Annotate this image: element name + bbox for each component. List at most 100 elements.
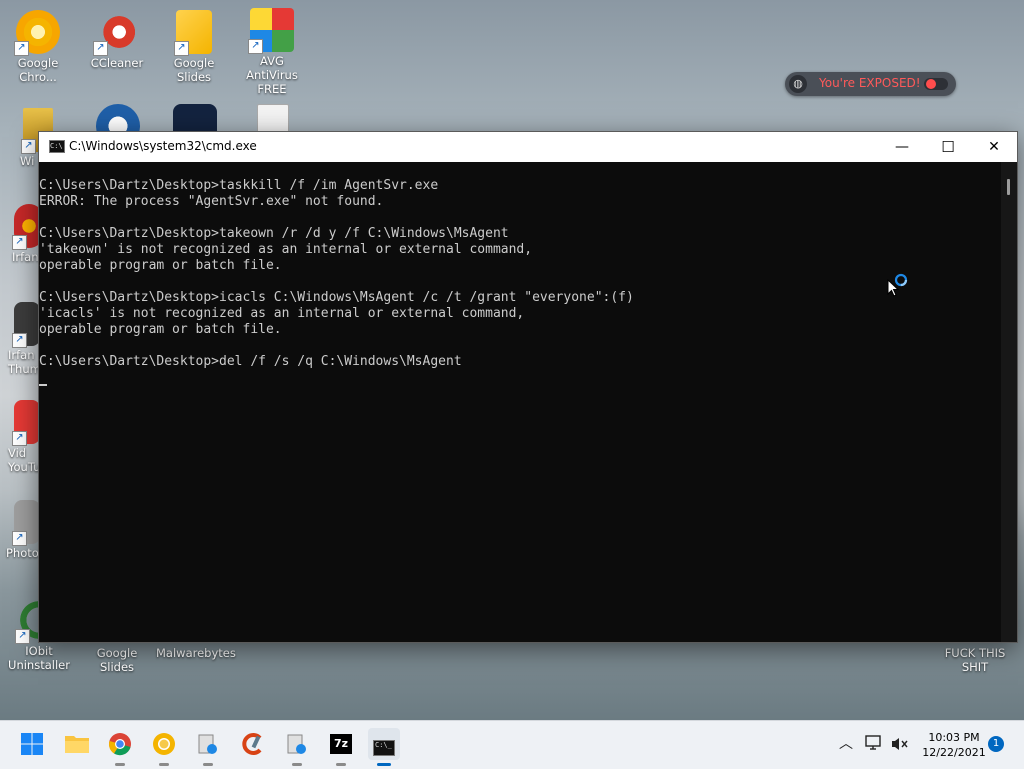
shortcut-arrow-icon: ↗	[21, 139, 36, 154]
desktop-icon-google-slides[interactable]: ↗ Google Slides	[156, 10, 232, 84]
close-button[interactable]: ✕	[971, 132, 1017, 162]
desktop-icon-label: Photo	[6, 546, 39, 560]
shortcut-arrow-icon: ↗	[12, 333, 27, 348]
taskbar-file-explorer[interactable]	[61, 728, 93, 760]
desktop-icon-label: IObit Uninstaller	[8, 644, 70, 672]
photo-app-icon: ↗	[12, 500, 40, 546]
console-line: operable program or batch file.	[39, 322, 282, 337]
window-title: C:\Windows\system32\cmd.exe	[69, 139, 257, 153]
taskbar: 7z C:\_ ︿ 10:03 PM 12/22/2021	[0, 720, 1024, 769]
shortcut-arrow-icon: ↗	[12, 531, 27, 546]
volume-muted-icon[interactable]	[891, 736, 909, 752]
busy-pointer-icon	[887, 273, 908, 297]
running-indicator	[292, 763, 302, 766]
maximize-button[interactable]: ☐	[925, 132, 971, 162]
desktop-icon-google-chrome[interactable]: ↗ Google Chro...	[0, 10, 76, 84]
clock-date: 12/22/2021	[922, 746, 986, 759]
desktop-icon-label: CCleaner	[90, 56, 144, 70]
desktop-icon-photo[interactable]: ↗ Photo	[0, 500, 40, 560]
running-indicator	[377, 763, 391, 766]
console-line: C:\Users\Dartz\Desktop>del /f /s /q C:\W…	[39, 354, 462, 369]
start-button[interactable]	[16, 728, 48, 760]
shortcut-arrow-icon: ↗	[14, 41, 29, 56]
irfanview-thumbnails-icon: ↗	[12, 302, 40, 348]
vpn-status-pill[interactable]: ◍ You're EXPOSED!	[785, 72, 956, 96]
taskbar-ccleaner[interactable]	[237, 728, 269, 760]
ccleaner-icon	[242, 733, 262, 755]
running-indicator	[203, 763, 213, 766]
desktop-icon-video-youtube[interactable]: ↗ Vid YouTu	[0, 400, 40, 474]
7zip-icon: 7z	[330, 734, 352, 754]
desktop-icon-ccleaner[interactable]: ↗ CCleaner	[79, 10, 155, 70]
chrome-canary-icon	[153, 733, 175, 755]
network-icon[interactable]	[865, 735, 883, 751]
taskbar-installer-1[interactable]	[192, 728, 224, 766]
taskbar-chrome[interactable]	[104, 728, 136, 766]
desktop-icon-label: Vid YouTu	[8, 446, 41, 474]
desktop-icon-label: Google Slides	[173, 56, 215, 84]
shortcut-arrow-icon: ↗	[12, 431, 27, 446]
console-line: C:\Users\Dartz\Desktop>taskkill /f /im A…	[39, 178, 439, 193]
cmd-titlebar[interactable]: C:\ C:\Windows\system32\cmd.exe — ☐ ✕	[39, 132, 1017, 162]
console-output[interactable]: C:\Users\Dartz\Desktop>taskkill /f /im A…	[39, 162, 1001, 642]
running-indicator	[115, 763, 125, 766]
signal-icon: ◍	[789, 75, 807, 93]
folder-icon	[65, 736, 89, 753]
shortcut-arrow-icon: ↗	[93, 41, 108, 56]
console-line: 'takeown' is not recognized as an intern…	[39, 242, 533, 257]
desktop-icon-irfan-thumbs[interactable]: ↗ Irfan Thum	[0, 302, 41, 376]
running-indicator	[159, 763, 169, 766]
desktop-icon-folder[interactable]: FUCK THIS SHIT	[937, 646, 1013, 674]
desktop-icon-label: AVG AntiVirus FREE	[246, 54, 298, 96]
cmd-icon: C:\	[49, 140, 65, 153]
shortcut-arrow-icon: ↗	[12, 235, 27, 250]
vpn-status-text: You're EXPOSED!	[819, 76, 921, 90]
desktop-icon-label: Malwarebytes	[156, 646, 236, 660]
chrome-icon	[108, 733, 131, 756]
windows-logo-icon	[21, 733, 43, 755]
minimize-button[interactable]: —	[879, 132, 925, 162]
desktop-icon-label: Google Slides	[96, 646, 138, 674]
cmd-icon: C:\_	[373, 740, 395, 756]
installer-icon	[198, 734, 217, 754]
shortcut-arrow-icon: ↗	[248, 39, 263, 54]
clock-time: 10:03 PM	[928, 731, 980, 744]
desktop-icon-malwarebytes[interactable]: Malwarebytes	[156, 646, 236, 660]
shortcut-arrow-icon: ↗	[174, 41, 189, 56]
console-line: 'icacls' is not recognized as an interna…	[39, 306, 525, 321]
console-line: C:\Users\Dartz\Desktop>takeown /r /d y /…	[39, 226, 509, 241]
running-indicator	[336, 763, 346, 766]
console-line: ERROR: The process "AgentSvr.exe" not fo…	[39, 194, 384, 209]
console-scrollbar[interactable]	[1001, 162, 1017, 642]
vpn-toggle[interactable]	[924, 78, 948, 90]
taskbar-installer-2[interactable]	[281, 728, 313, 766]
chrome-canary-icon: ↗	[14, 10, 60, 56]
scrollbar-thumb[interactable]	[1007, 179, 1010, 195]
show-hidden-icons-chevron-icon[interactable]: ︿	[839, 733, 853, 753]
cmd-window[interactable]: C:\ C:\Windows\system32\cmd.exe — ☐ ✕ C:…	[38, 131, 1018, 643]
console-line-cursor	[39, 370, 1001, 386]
desktop-icon-label: FUCK THIS SHIT	[944, 646, 1006, 674]
desktop-icon-label: Irfan Thum	[8, 348, 41, 376]
desktop-icon-avg[interactable]: ↗ AVG AntiVirus FREE	[234, 8, 310, 96]
console-line: C:\Users\Dartz\Desktop>icacls C:\Windows…	[39, 290, 634, 305]
taskbar-cmd[interactable]: C:\_	[368, 728, 400, 766]
video-youtube-icon: ↗	[12, 400, 40, 446]
avg-antivirus-icon: ↗	[248, 8, 294, 54]
desktop-icon-google-slides-2[interactable]: Google Slides	[79, 646, 155, 674]
notification-badge[interactable]: 1	[988, 736, 1004, 752]
ccleaner-icon: ↗	[93, 10, 139, 56]
text-cursor	[39, 384, 47, 386]
taskbar-7zip[interactable]: 7z	[325, 728, 357, 766]
google-slides-icon: ↗	[174, 10, 212, 56]
taskbar-chrome-canary[interactable]	[148, 728, 180, 766]
console-line: operable program or batch file.	[39, 258, 282, 273]
shortcut-arrow-icon: ↗	[15, 629, 30, 644]
installer-icon	[287, 734, 306, 754]
taskbar-clock[interactable]: 10:03 PM 12/22/2021	[914, 730, 994, 760]
desktop-icon-label: Google Chro...	[17, 56, 59, 84]
